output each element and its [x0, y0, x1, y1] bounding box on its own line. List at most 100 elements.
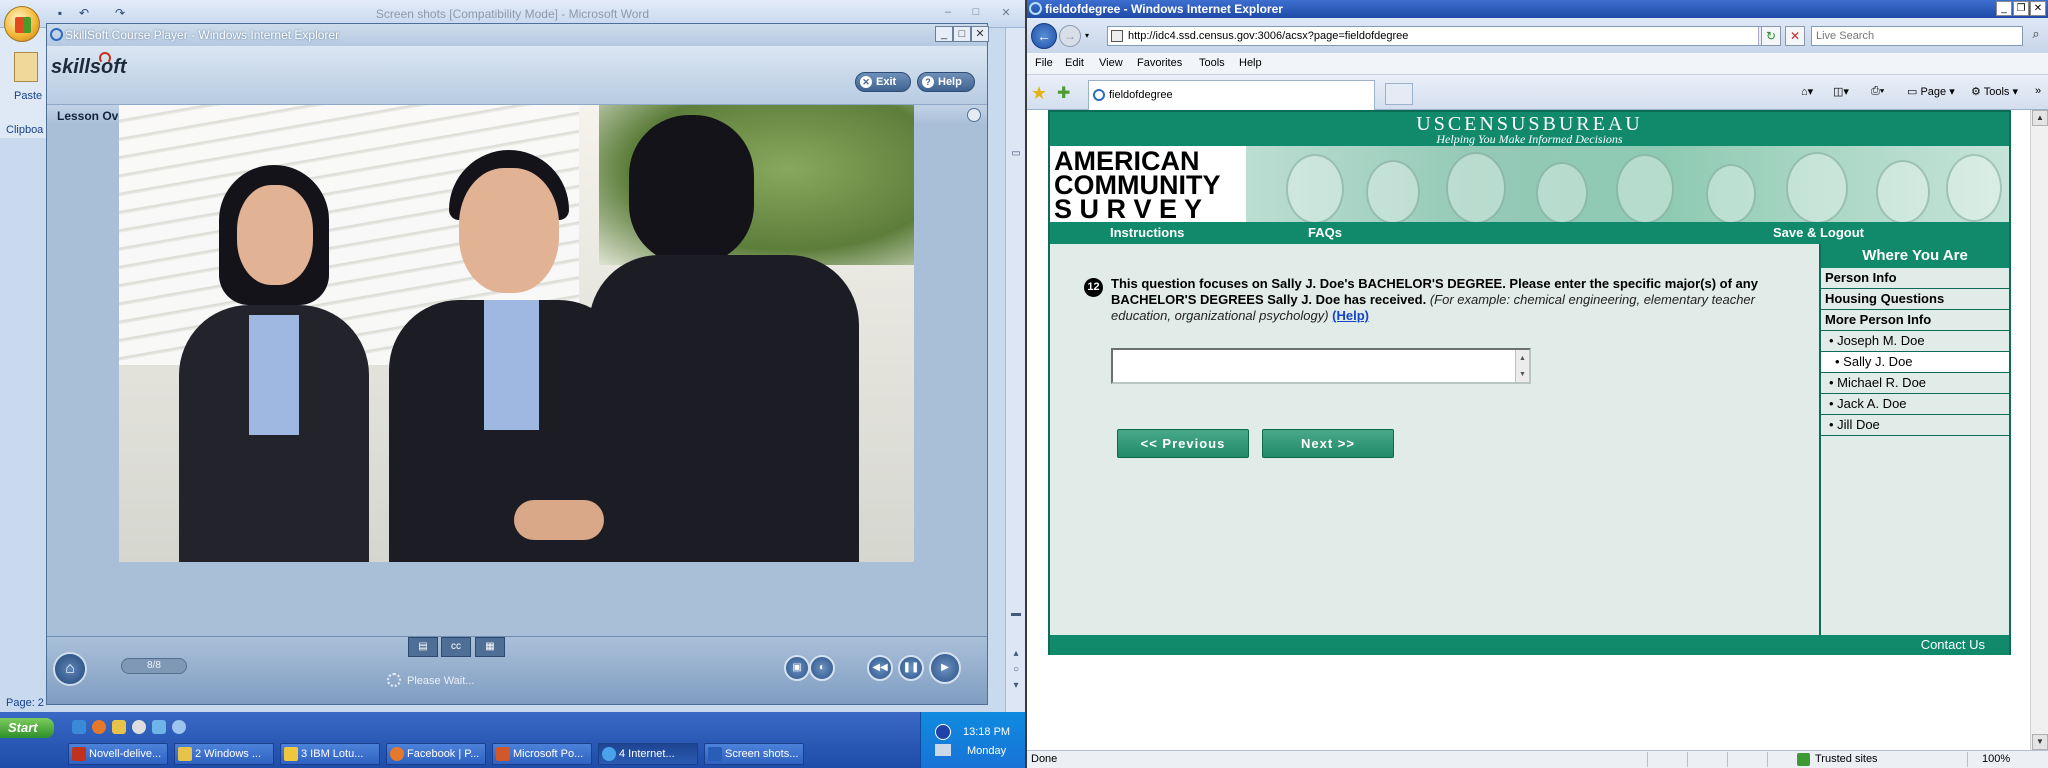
ie-restore-icon[interactable]: ❐ [2013, 1, 2029, 16]
closed-caption-tab-icon[interactable]: cc [441, 637, 471, 657]
start-button[interactable]: Start [0, 718, 54, 738]
help-button[interactable]: ? Help [917, 72, 975, 92]
answer-scrollbar[interactable]: ▲ ▼ [1515, 350, 1529, 382]
contact-us-link[interactable]: Contact Us [1921, 637, 1985, 652]
taskbar-item[interactable]: 3 IBM Lotu... [280, 743, 380, 765]
skillsoft-minimize-icon[interactable]: _ [935, 26, 953, 42]
page-icon [1111, 30, 1123, 42]
scroll-up-icon[interactable]: ▲ [2032, 110, 2048, 126]
page-menu[interactable]: ▭ Page ▾ [1907, 85, 1955, 98]
feeds-icon[interactable]: ◫▾ [1833, 85, 1849, 98]
ie-close-icon[interactable]: ✕ [2030, 1, 2046, 16]
tab-fieldofdegree[interactable]: fieldofdegree [1088, 80, 1375, 110]
security-zone[interactable]: Trusted sites [1797, 753, 1878, 766]
office-button[interactable] [4, 6, 40, 42]
ruler-icon[interactable]: ▭ [1009, 148, 1023, 162]
ie-icon [50, 28, 63, 41]
next-button[interactable]: Next >> [1262, 429, 1394, 458]
faqs-link[interactable]: FAQs [1308, 225, 1342, 240]
ie-minimize-icon[interactable]: _ [1996, 1, 2012, 16]
save-icon[interactable]: ▪ [52, 6, 68, 22]
word-vertical-scrollbar[interactable]: ▭ ▬ ▴ ○ ▾ [1005, 28, 1025, 712]
undo-icon[interactable]: ↶ [76, 6, 92, 22]
taskbar-item[interactable]: 4 Internet... [598, 743, 698, 765]
redo-icon[interactable]: ↷ [112, 6, 128, 22]
next-page-icon[interactable]: ▶ [929, 652, 961, 684]
search-icon[interactable]: ⌕ [2026, 26, 2046, 46]
new-tab-button[interactable] [1385, 83, 1413, 105]
instructions-link[interactable]: Instructions [1110, 225, 1184, 240]
tools-menu[interactable]: ⚙ Tools ▾ [1971, 85, 2018, 98]
menu-tools[interactable]: Tools [1199, 57, 1225, 69]
add-favorite-icon[interactable]: ✚ [1057, 83, 1070, 103]
outline-tab-icon[interactable]: ▤ [408, 637, 438, 657]
taskbar-item[interactable]: Novell-delive... [68, 743, 168, 765]
save-logout-link[interactable]: Save & Logout [1773, 225, 1864, 240]
scroll-thumb-icon[interactable]: ▬ [1009, 608, 1023, 622]
taskbar-item[interactable]: 2 Windows ... [174, 743, 274, 765]
print-icon[interactable]: ⎙▾ [1871, 85, 1884, 98]
sidebar-item-jack[interactable]: • Jack A. Doe [1821, 394, 2009, 415]
address-field[interactable]: http://idc4.ssd.census.gov:3006/acsx?pag… [1107, 26, 1775, 46]
sidebar-item-housing-questions[interactable]: Housing Questions [1821, 289, 2009, 310]
sidebar-item-more-person-info[interactable]: More Person Info [1821, 310, 2009, 331]
favorites-star-icon[interactable]: ★ [1031, 83, 1047, 104]
pause-icon[interactable]: ❚❚ [898, 655, 924, 681]
paste-label[interactable]: Paste [14, 90, 42, 102]
refresh-icon[interactable]: ↻ [1761, 26, 1781, 46]
sidebar-item-sally[interactable]: • Sally J. Doe [1821, 352, 2009, 373]
sidebar-item-jill[interactable]: • Jill Doe [1821, 415, 2009, 436]
scroll-down-icon[interactable]: ▼ [1516, 368, 1529, 381]
rewind-icon[interactable]: ◀◀ [867, 655, 893, 681]
next-page-icon[interactable]: ▾ [1009, 680, 1023, 694]
major-answer-field[interactable]: ▲ ▼ [1111, 348, 1531, 384]
taskbar-item[interactable]: Facebook | P... [386, 743, 486, 765]
forward-button[interactable]: → [1059, 25, 1081, 47]
notes-tab-icon[interactable]: ▦ [475, 637, 505, 657]
stop-icon[interactable]: ✕ [1785, 26, 1805, 46]
network-icon[interactable] [935, 724, 951, 740]
sidebar-item-michael[interactable]: • Michael R. Doe [1821, 373, 2009, 394]
scroll-down-icon[interactable]: ▼ [2032, 734, 2048, 750]
messenger-icon[interactable] [152, 720, 166, 734]
quicklaunch-app-icon[interactable] [172, 720, 186, 734]
folder-icon[interactable] [112, 720, 126, 734]
search-input[interactable]: Live Search [1811, 26, 2023, 46]
word-minimize-icon[interactable]: – [940, 6, 956, 20]
skillsoft-maximize-icon[interactable]: □ [953, 26, 971, 42]
word-close-icon[interactable]: ✕ [998, 6, 1014, 20]
clock[interactable]: 13:18 PM [963, 726, 1010, 738]
previous-button[interactable]: << Previous [1117, 429, 1249, 458]
menu-help[interactable]: Help [1239, 57, 1262, 69]
firefox-icon[interactable] [92, 720, 106, 734]
display-icon[interactable] [935, 744, 951, 756]
menu-file[interactable]: File [1035, 57, 1053, 69]
home-button[interactable]: ⌂ [53, 652, 87, 686]
browse-object-icon[interactable]: ○ [1009, 664, 1023, 678]
word-maximize-icon[interactable]: □ [968, 6, 984, 20]
zoom-level[interactable]: 100% [1982, 753, 2010, 765]
paste-icon[interactable] [14, 52, 38, 82]
media-player-icon[interactable] [132, 720, 146, 734]
prev-page-icon[interactable]: ▴ [1009, 648, 1023, 662]
sidebar-item-joseph[interactable]: • Joseph M. Doe [1821, 331, 2009, 352]
bookmark-icon[interactable]: ▣ [784, 655, 810, 681]
taskbar-item[interactable]: Screen shots... [704, 743, 804, 765]
taskbar-item[interactable]: Microsoft Po... [492, 743, 592, 765]
menu-edit[interactable]: Edit [1065, 57, 1084, 69]
back-button[interactable]: ← [1031, 23, 1057, 49]
skillsoft-close-icon[interactable]: ✕ [971, 26, 989, 42]
exit-button[interactable]: ✕ Exit [855, 72, 911, 92]
ie-vertical-scrollbar[interactable]: ▲ ▼ [2030, 110, 2048, 750]
home-icon[interactable]: ⌂▾ [1801, 85, 1813, 98]
menu-view[interactable]: View [1099, 57, 1123, 69]
menu-favorites[interactable]: Favorites [1137, 57, 1182, 69]
more-chevron-icon[interactable]: » [2035, 85, 2041, 97]
scroll-up-icon[interactable]: ▲ [1516, 352, 1529, 365]
audio-icon[interactable]: ◐ [809, 655, 835, 681]
history-dropdown-icon[interactable]: ▾ [1085, 31, 1089, 40]
lesson-options-icon[interactable] [967, 108, 981, 122]
sidebar-item-person-info[interactable]: Person Info [1821, 268, 2009, 289]
help-link[interactable]: (Help) [1332, 308, 1369, 323]
show-desktop-icon[interactable] [72, 720, 86, 734]
